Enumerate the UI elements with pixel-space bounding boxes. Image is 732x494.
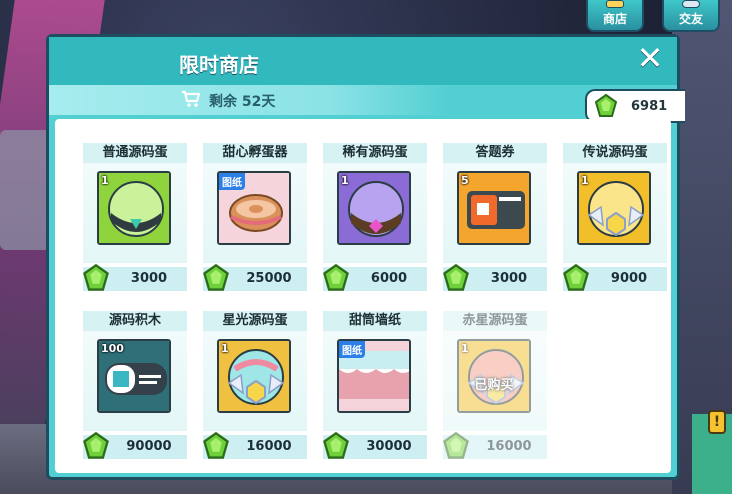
shop-icon [606,0,624,8]
shop-item-card[interactable]: 答题券 5 3000 [443,143,547,297]
green-gem-icon [441,263,471,293]
purchased-label: 已购买 [474,378,514,393]
shop-item-card[interactable]: 源码积木 100 90000 [83,311,187,465]
shop-button-label: 商店 [602,12,627,26]
shop-button[interactable]: 商店 [586,0,644,32]
green-gem-icon [321,431,351,461]
panel-title: 限时商店 [179,53,259,77]
limited-shop-panel: 限时商店 ✕ 剩余 52天 6981 普通源码蛋 1 3000 甜心孵蛋器图纸 2500… [46,34,685,480]
shop-item-grid: 普通源码蛋 1 3000 甜心孵蛋器 图纸 25000 稀有源码蛋 1 6000 答题券 5 3000… [55,119,671,473]
green-gem-icon [81,263,111,293]
shop-item-card[interactable]: 稀有源码蛋 1 6000 [323,143,427,297]
green-gem-icon [593,93,619,119]
item-name: 普通源码蛋 [102,145,168,160]
currency-display: 6981 [585,89,685,123]
item-name: 甜心孵蛋器 [222,145,288,160]
item-quantity: 5 [461,174,469,187]
item-price: 9000 [610,271,648,286]
trade-button-label: 交友 [678,12,703,26]
shop-item-card[interactable]: 甜心孵蛋器图纸 25000 [203,143,307,297]
item-price: 30000 [366,439,412,454]
item-name: 赤星源码蛋 [462,313,528,328]
wallpaper-icon: 图纸 [337,339,411,413]
egg-purple-icon: 1 [337,171,411,245]
green-gem-icon [441,431,471,461]
block-icon: 100 [97,339,171,413]
item-name: 传说源码蛋 [582,145,648,160]
cart-icon [182,90,201,107]
green-gem-icon [201,263,231,293]
trade-button[interactable]: 交友 [662,0,720,32]
item-price: 3000 [130,271,168,286]
item-price: 90000 [126,439,172,454]
item-quantity: 1 [581,174,589,187]
shop-item-card[interactable]: 赤星源码蛋 1 已购买 16000 [443,311,547,465]
incubator-icon: 图纸 [217,171,291,245]
alert-button[interactable]: ! [708,410,726,434]
item-quantity: 1 [341,174,349,187]
close-icon[interactable]: ✕ [635,42,665,74]
item-name: 星光源码蛋 [222,313,288,328]
item-price: 25000 [246,271,292,286]
shop-item-card[interactable]: 传说源码蛋 1 9000 [563,143,667,297]
egg-gold-icon: 1 [577,171,651,245]
remaining-days: 剩余 52天 [209,94,276,110]
green-gem-icon [321,263,351,293]
item-quantity: 1 [221,342,229,355]
item-quantity: 1 [101,174,109,187]
ticket-icon: 5 [457,171,531,245]
item-name: 源码积木 [108,313,161,328]
egg-green-icon: 1 [97,171,171,245]
currency-amount: 6981 [631,99,668,114]
green-gem-icon [201,431,231,461]
green-gem-icon [81,431,111,461]
item-price: 3000 [490,271,528,286]
item-name: 稀有源码蛋 [342,145,408,160]
item-quantity: 100 [101,342,124,355]
item-price: 16000 [246,439,292,454]
item-name: 答题券 [475,145,515,160]
item-name: 甜筒墙纸 [348,313,401,328]
background-machine [0,130,50,250]
item-price: 16000 [486,439,532,454]
item-price: 6000 [370,271,408,286]
shop-item-card[interactable]: 普通源码蛋 1 3000 [83,143,187,297]
item-quantity: 1 [461,342,469,355]
panel-header [49,37,677,85]
chat-icon [682,0,700,8]
blueprint-badge: 图纸 [219,173,245,190]
green-gem-icon [561,263,591,293]
shop-item-card[interactable]: 甜筒墙纸图纸 30000 [323,311,427,465]
blueprint-badge: 图纸 [339,341,365,358]
shop-item-card[interactable]: 星光源码蛋 1 16000 [203,311,307,465]
egg-rainbow-icon: 1 [217,339,291,413]
